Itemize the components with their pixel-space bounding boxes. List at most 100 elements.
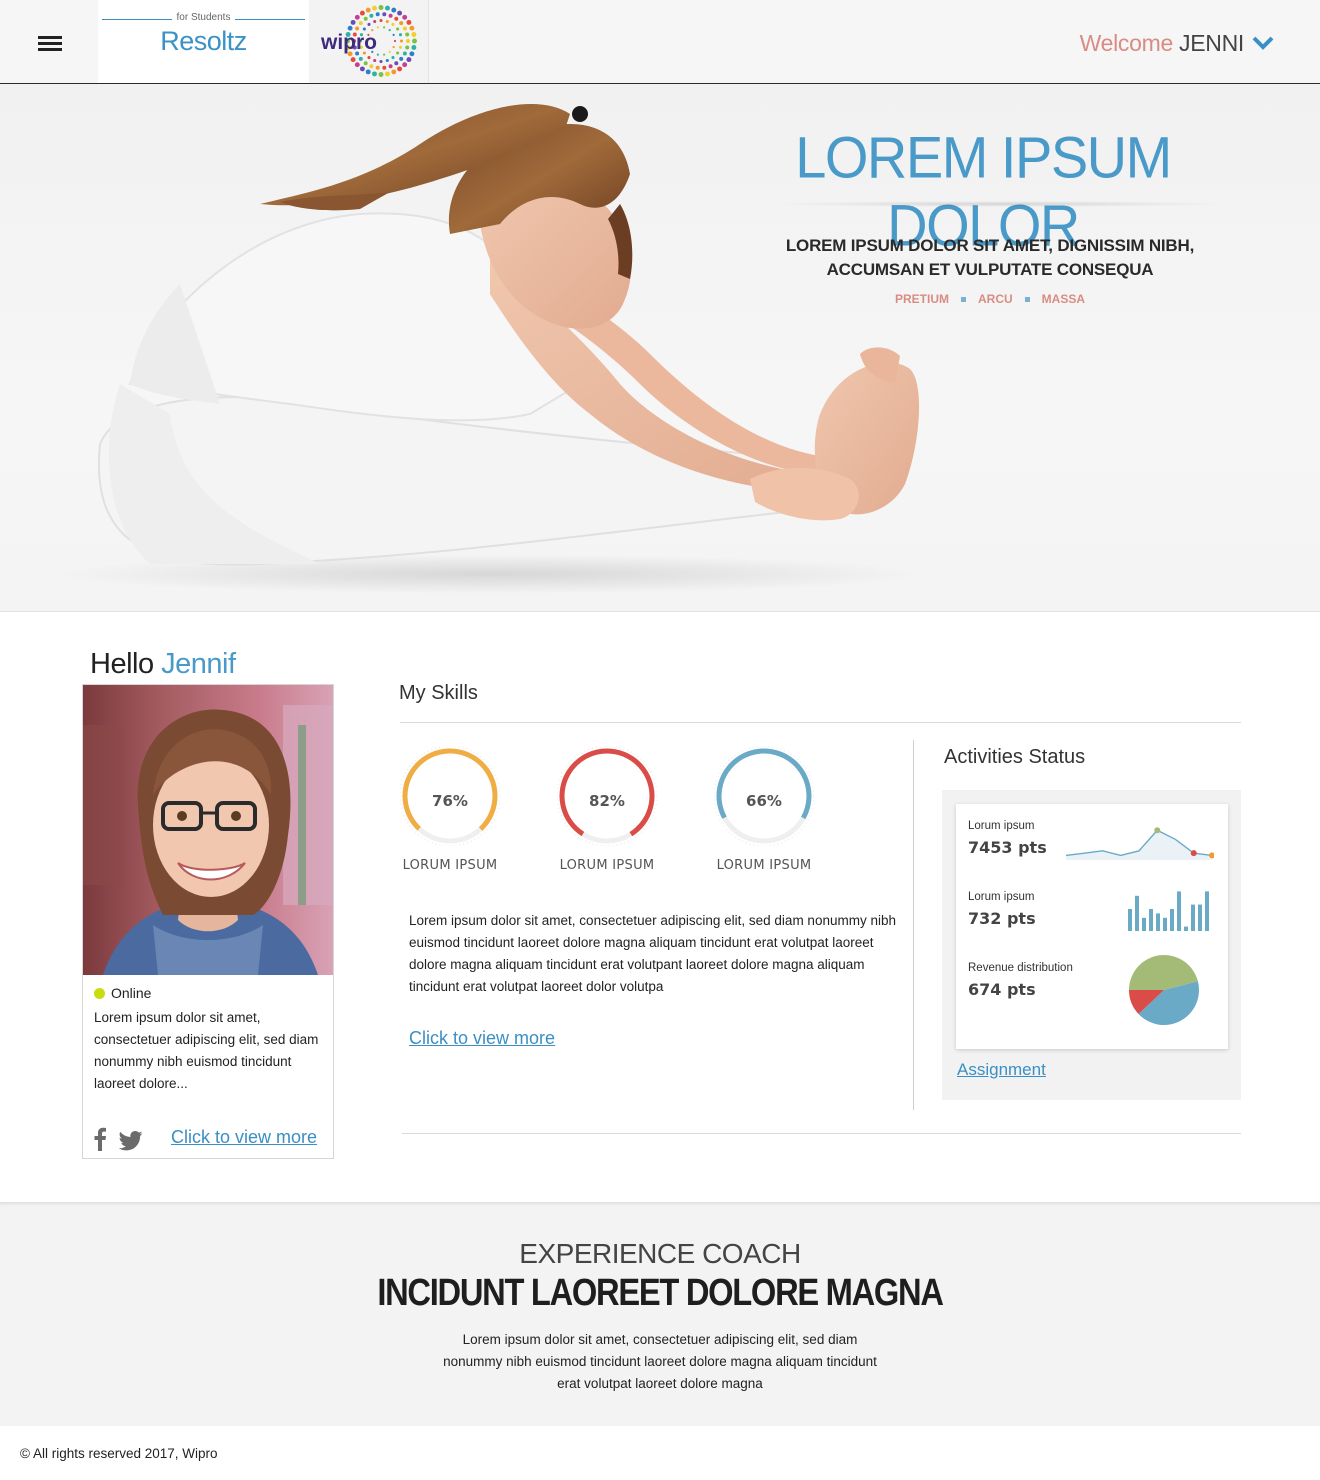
chevron-down-icon[interactable]: [1252, 36, 1274, 50]
skill-caption: LORUM IPSUM: [402, 858, 498, 873]
logo-dot: [385, 19, 389, 24]
brand-tagline: for Students: [98, 12, 309, 23]
footer: © All rights reserved 2017, Wipro: [0, 1426, 1320, 1480]
skill-gauge[interactable]: 66% LORUM IPSUM: [714, 746, 834, 876]
activity-caption: Lorum ipsum: [968, 820, 1035, 832]
logo-dot: [363, 16, 368, 21]
logo-dot: [379, 18, 383, 23]
logo-dot: [399, 21, 404, 26]
logo-dot: [363, 61, 368, 66]
activity-row[interactable]: Revenue distribution 674 pts: [968, 955, 1218, 1025]
logo-dot: [382, 12, 387, 17]
bar: [1191, 904, 1195, 931]
logo-dot: [391, 22, 395, 26]
logo-dot: [391, 56, 395, 60]
assignment-link[interactable]: Assignment: [957, 1060, 1046, 1080]
bar: [1198, 904, 1202, 931]
activity-row[interactable]: Lorum ipsum 732 pts: [968, 887, 1218, 947]
hero-title-divider: [770, 201, 1230, 207]
logo-dot: [372, 71, 377, 77]
twitter-icon[interactable]: [119, 1131, 143, 1151]
wipro-logo-icon: wipro: [320, 5, 417, 77]
logo-dot: [354, 14, 360, 20]
logo-dot: [392, 46, 395, 49]
activity-row[interactable]: Lorum ipsum 7453 pts: [968, 816, 1218, 876]
logo-dot: [394, 61, 399, 66]
activities-card: Lorum ipsum 7453 pts Lorum ipsum 732 pts…: [956, 804, 1228, 1049]
logo-dot: [375, 12, 380, 17]
logo-dot: [392, 33, 395, 36]
online-status: Online: [94, 985, 151, 1001]
section-divider: [402, 1133, 1241, 1134]
greeting-word: Hello: [90, 648, 154, 680]
pie-chart: [1129, 955, 1199, 1025]
logo-dot: [402, 26, 407, 31]
logo-dot: [358, 56, 363, 61]
logo-dot: [379, 59, 383, 64]
logo-dot: [350, 57, 356, 63]
facebook-icon[interactable]: [93, 1127, 107, 1151]
logo-dot: [397, 10, 403, 16]
logo-dot: [378, 5, 384, 10]
logo-dot: [382, 65, 387, 70]
column-divider: [913, 740, 914, 1110]
brand-name: Resoltz: [160, 26, 247, 56]
logo-dot: [388, 13, 393, 18]
online-dot-icon: [94, 988, 105, 999]
logo-dot: [375, 65, 380, 70]
logo-dot: [406, 19, 412, 25]
skill-gauge[interactable]: 76% LORUM IPSUM: [400, 746, 520, 876]
activities-panel: Lorum ipsum 7453 pts Lorum ipsum 732 pts…: [942, 790, 1241, 1100]
bar-chart: [1128, 891, 1209, 931]
logo-dot: [406, 39, 410, 43]
logo-dot: [391, 69, 397, 75]
logo-dot: [391, 7, 397, 13]
hero-subtitle-line2: ACCUMSAN ET VULPUTATE CONSEQUA: [826, 260, 1154, 279]
activity-value: 674 pts: [968, 980, 1036, 999]
logo-dot: [405, 45, 410, 50]
logo-dot: [406, 57, 412, 63]
coach-kicker: EXPERIENCE COACH: [519, 1238, 801, 1269]
logo-dot: [396, 51, 400, 55]
logo-dot: [365, 69, 371, 75]
skill-percent: 82%: [589, 792, 625, 810]
hero-tag[interactable]: PRETIUM: [895, 292, 949, 306]
skills-view-more-link[interactable]: Click to view more: [409, 1028, 555, 1049]
hero-tag[interactable]: MASSA: [1042, 292, 1085, 306]
logo-dot: [369, 64, 374, 69]
hero-subtitle-line1: LOREM IPSUM DOLOR SIT AMET, DIGNISSIM NI…: [785, 236, 1195, 255]
skill-gauge[interactable]: 82% LORUM IPSUM: [557, 746, 677, 876]
logo-dot: [376, 53, 379, 56]
partner-logo-text: wipro: [320, 31, 377, 54]
logo-dot: [358, 21, 363, 26]
logo-dot: [383, 53, 386, 56]
sparkline-point: [1190, 850, 1197, 857]
logo-dot: [402, 51, 407, 56]
logo-dot: [402, 62, 408, 68]
bar: [1170, 909, 1174, 931]
logo-dot: [405, 32, 410, 37]
profile-greeting: Hello Jennif: [90, 648, 236, 681]
logo-dot: [367, 22, 371, 26]
logo-dot: [396, 27, 400, 31]
logo-dot: [376, 26, 379, 29]
logo-dot: [347, 25, 353, 31]
logo-dot: [354, 62, 360, 68]
skills-description: Lorem ipsum dolor sit amet, consectetuer…: [409, 913, 896, 994]
logo-dot: [412, 38, 417, 44]
top-header: for Students Resoltz wipro Welcome JENNI: [0, 0, 1320, 84]
brand-logo[interactable]: for Students Resoltz: [98, 0, 309, 83]
welcome-message: Welcome JENNI: [1080, 30, 1245, 57]
hamburger-menu-icon[interactable]: [38, 36, 62, 52]
logo-dot: [399, 39, 404, 43]
logo-dot: [372, 5, 377, 11]
copyright-text: © All rights reserved 2017, Wipro: [20, 1446, 218, 1461]
logo-dot: [385, 71, 390, 77]
profile-photo[interactable]: [83, 685, 333, 975]
profile-view-more-link[interactable]: Click to view more: [171, 1127, 317, 1148]
partner-logo[interactable]: wipro: [309, 0, 429, 83]
logo-dot: [399, 56, 404, 61]
activities-title: Activities Status: [944, 746, 1086, 768]
bar: [1163, 917, 1167, 931]
hero-tag[interactable]: ARCU: [978, 292, 1013, 306]
